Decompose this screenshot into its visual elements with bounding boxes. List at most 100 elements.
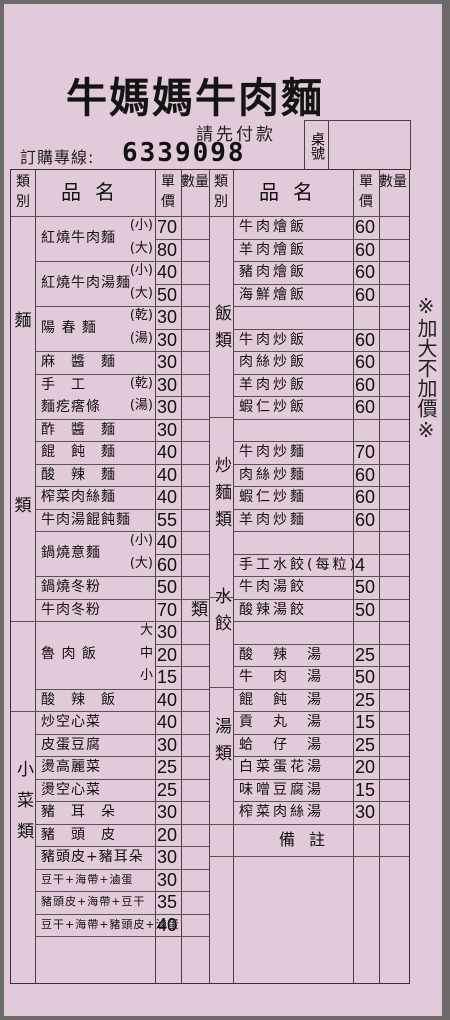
right-qty-cell[interactable] (379, 239, 409, 262)
right-qty-cell[interactable] (379, 216, 409, 239)
left-item-price: 40 (157, 464, 178, 485)
right-item-name: 蛤 仔 湯 (239, 736, 324, 753)
left-item-name: 餛 飩 麵 (41, 444, 116, 460)
table-number-box[interactable]: 桌號 (304, 120, 411, 170)
left-item-price: 30 (157, 622, 178, 642)
left-item-price: 50 (157, 577, 178, 597)
left-qty-cell[interactable] (181, 306, 209, 329)
right-category-label: 炒麵類 (211, 455, 231, 537)
left-qty-cell[interactable] (181, 486, 209, 509)
right-item-name: 肉絲炒麵 (239, 466, 307, 483)
left-item-name: 酸 辣 飯 (41, 691, 116, 708)
menu-grid: 類別 品名 單價 數量 類別 品名 單價 數量 紅燒牛肉麵 (小) 70 (大) 80 紅燒牛肉湯麵 (小)… (10, 169, 410, 984)
left-qty-cell[interactable] (181, 779, 209, 802)
left-qty-cell[interactable] (181, 374, 209, 397)
right-qty-cell[interactable] (379, 734, 409, 757)
left-qty-cell[interactable] (181, 801, 209, 824)
right-qty-cell[interactable] (379, 509, 409, 532)
left-item-name: 麻 醬 麵 (41, 354, 116, 370)
left-qty-cell[interactable] (181, 531, 209, 554)
left-qty-cell[interactable] (181, 419, 209, 442)
row-divider (155, 283, 209, 285)
left-item-header: 品名 (61, 180, 129, 204)
right-qty-cell[interactable] (379, 644, 409, 667)
right-item-name: 牛肉湯餃 (239, 579, 307, 595)
left-qty-cell[interactable] (181, 756, 209, 779)
left-qty-cell[interactable] (181, 666, 209, 689)
category-divider (11, 621, 35, 622)
row-divider (155, 553, 209, 555)
right-item-price: 25 (355, 689, 376, 710)
left-qty-cell[interactable] (181, 239, 209, 262)
left-item-price: 40 (157, 262, 178, 282)
left-qty-cell[interactable] (181, 824, 209, 847)
right-qty-cell[interactable] (379, 599, 409, 622)
left-item-price: 30 (157, 329, 178, 350)
right-category-header: 類別 (214, 174, 228, 210)
right-qty-cell[interactable] (379, 441, 409, 464)
row-divider (155, 238, 209, 240)
left-qty-cell[interactable] (181, 509, 209, 532)
right-qty-cell[interactable] (379, 261, 409, 284)
left-item-size: (湯) (129, 330, 153, 346)
left-item-price: 30 (157, 352, 178, 372)
left-item-name: 酢 醬 麵 (41, 421, 116, 438)
left-qty-cell[interactable] (181, 441, 209, 464)
right-item-name: 蝦仁炒飯 (239, 399, 307, 415)
right-qty-cell[interactable] (379, 329, 409, 352)
right-category-label: 湯類 (211, 716, 231, 771)
left-qty-cell[interactable] (181, 914, 209, 937)
left-qty-cell[interactable] (181, 216, 209, 239)
right-qty-cell[interactable] (379, 396, 409, 419)
right-qty-cell[interactable] (379, 779, 409, 802)
left-item-price: 40 (157, 914, 178, 935)
left-qty-cell[interactable] (181, 351, 209, 374)
right-item-name: 牛肉炒麵 (239, 444, 307, 460)
left-item-size: (小) (129, 218, 153, 233)
category-noodles-suffix: 類 (14, 496, 32, 516)
right-item-price: 60 (355, 217, 376, 237)
left-qty-cell[interactable] (181, 396, 209, 419)
left-qty-cell[interactable] (181, 554, 209, 577)
right-qty-cell[interactable] (379, 801, 409, 824)
left-qty-cell[interactable] (181, 644, 209, 667)
left-qty-cell[interactable] (181, 734, 209, 757)
left-qty-cell[interactable] (181, 846, 209, 869)
right-qty-cell[interactable] (379, 554, 409, 577)
left-item-price: 30 (157, 374, 178, 395)
left-item-name: 酸 辣 麵 (41, 466, 116, 483)
right-qty-cell[interactable] (379, 711, 409, 734)
right-item-price: 60 (355, 352, 376, 372)
left-item-size: (大) (129, 555, 153, 571)
left-qty-cell[interactable] (181, 329, 209, 352)
left-qty-cell[interactable] (181, 869, 209, 892)
right-qty-cell[interactable] (379, 486, 409, 509)
left-qty-cell[interactable] (181, 891, 209, 914)
right-qty-cell[interactable] (379, 666, 409, 689)
left-item-price: 25 (157, 757, 178, 777)
blank-row (233, 306, 409, 329)
left-item-name: 炒空心菜 (41, 714, 101, 730)
right-qty-cell[interactable] (379, 351, 409, 374)
left-qty-cell[interactable] (181, 284, 209, 307)
left-qty-cell[interactable] (181, 711, 209, 734)
right-qty-cell[interactable] (379, 464, 409, 487)
hotline-label: 訂購專線: (20, 148, 95, 167)
left-qty-cell[interactable] (181, 689, 209, 712)
right-qty-cell[interactable] (379, 284, 409, 307)
row-divider (155, 396, 209, 397)
left-item-name: 豬 耳 朵 (41, 804, 116, 820)
left-qty-cell[interactable] (181, 261, 209, 284)
left-qty-cell[interactable] (181, 464, 209, 487)
remarks-area[interactable] (209, 857, 409, 937)
left-qty-cell[interactable] (181, 576, 209, 599)
row-divider (155, 666, 209, 667)
right-qty-cell[interactable] (379, 576, 409, 599)
right-qty-cell[interactable] (379, 689, 409, 712)
category-divider (209, 686, 233, 688)
right-qty-cell[interactable] (379, 756, 409, 779)
left-item-price: 35 (157, 892, 178, 912)
right-qty-cell[interactable] (379, 374, 409, 397)
left-item-name: 榨菜肉絲麵 (41, 489, 116, 505)
right-item-price: 60 (355, 374, 376, 395)
